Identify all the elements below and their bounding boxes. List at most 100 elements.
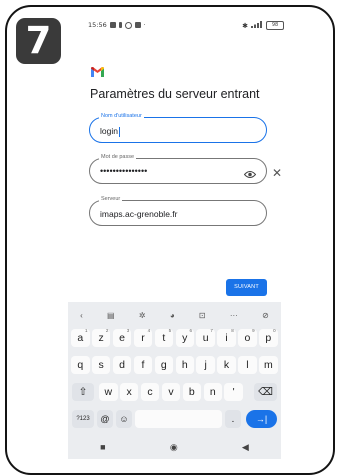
key-v[interactable]: v [161, 383, 181, 401]
server-value: imaps.ac-grenoble.fr [100, 209, 178, 219]
back-triangle-icon[interactable]: ◀ [242, 442, 249, 453]
key-label: q [77, 359, 84, 371]
key-e[interactable]: e3 [112, 328, 132, 347]
key-q[interactable]: q [71, 356, 90, 374]
palette-icon[interactable]: ◕ [170, 311, 175, 320]
key-r[interactable]: r4 [133, 328, 153, 347]
key-label: g [160, 359, 167, 371]
key-l[interactable]: l [238, 356, 257, 374]
key-label: v [168, 386, 174, 398]
key-k[interactable]: k [217, 356, 236, 374]
key-m[interactable]: m [259, 356, 278, 374]
key-label: c [147, 386, 153, 398]
key-g[interactable]: g [154, 356, 174, 374]
key-label: z [98, 332, 104, 344]
key-x[interactable]: x [119, 383, 139, 401]
notification-icon [118, 22, 122, 28]
password-field[interactable]: Mot de passe ••••••••••••••• [89, 154, 267, 184]
recents-square-icon[interactable]: ■ [100, 442, 105, 452]
shift-key-icon[interactable]: ⇧ [72, 383, 94, 401]
key-number-hint: 3 [126, 328, 130, 333]
key-b[interactable]: b [182, 383, 202, 401]
key-d[interactable]: d [112, 356, 132, 374]
settings-gear-icon[interactable]: ✲ [139, 311, 146, 320]
key-u[interactable]: u7 [196, 328, 215, 347]
username-field[interactable]: Nom d'utilisateur login [89, 113, 267, 143]
server-label: Serveur [99, 196, 123, 202]
status-time: 15:56 [88, 21, 107, 29]
key-number-hint: 9 [252, 328, 255, 333]
backspace-key-icon[interactable]: ⌫ [254, 383, 277, 401]
status-bar: 15:56 · ✱ 98 [88, 19, 284, 31]
key-number-hint: 6 [189, 328, 192, 333]
key-h[interactable]: h [175, 356, 194, 374]
mic-off-icon[interactable]: ⊘ [262, 311, 269, 320]
password-value: ••••••••••••••• [100, 166, 148, 176]
key-number-hint: 5 [168, 328, 172, 333]
clipboard-icon[interactable]: ▤ [107, 311, 115, 320]
key-a[interactable]: a1 [71, 328, 90, 347]
space-key[interactable] [135, 410, 222, 428]
key-label: n [209, 386, 216, 398]
key-y[interactable]: y6 [175, 328, 194, 347]
key-number-hint: 2 [105, 328, 109, 333]
clear-password-close-icon[interactable]: ✕ [272, 166, 282, 180]
key-w[interactable]: w [99, 383, 118, 401]
symbols-key[interactable]: ?123 [72, 410, 94, 428]
step-badge: 7 [16, 18, 61, 64]
key-label: b [188, 386, 195, 398]
key-label: ' [232, 386, 235, 398]
next-button[interactable]: SUIVANT [226, 279, 267, 296]
key-o[interactable]: o9 [238, 328, 257, 347]
show-password-eye-icon[interactable] [243, 166, 257, 184]
key-label: j [204, 359, 207, 371]
key-s[interactable]: s [91, 356, 111, 374]
keyboard-row-2: qsdfghjklm [68, 356, 281, 378]
key-label: m [263, 359, 273, 371]
key-i[interactable]: i8 [217, 328, 236, 347]
key-number-hint: 8 [231, 328, 234, 333]
at-key[interactable]: @ [97, 410, 113, 428]
key-label: y [182, 332, 188, 344]
key-t[interactable]: t5 [154, 328, 174, 347]
password-label: Mot de passe [99, 154, 137, 160]
key-label: a [77, 332, 84, 344]
key-number-hint: 1 [84, 328, 88, 333]
toolbar-back-chevron-icon[interactable]: ‹ [80, 311, 83, 320]
enter-arrow-icon[interactable]: →| [246, 410, 277, 428]
server-field[interactable]: Serveur imaps.ac-grenoble.fr [89, 196, 267, 226]
key-number-hint: 4 [147, 328, 151, 333]
keyboard-row-3: ⇧ w x c v b n ' ⌫ [68, 383, 281, 405]
home-circle-icon[interactable]: ◉ [170, 442, 178, 453]
navigation-bar: ■ ◉ ◀ [68, 436, 281, 458]
key-label: w [104, 386, 113, 398]
more-options-icon[interactable]: ··· [230, 311, 238, 320]
on-screen-keyboard: ‹ ▤ ✲ ◕ ⊡ ··· ⊘ a1z2e3r4t5y6u7i8o9p0 qsd… [68, 302, 281, 459]
signal-icon [251, 21, 263, 30]
key-label: r [141, 332, 145, 344]
gallery-icon [134, 22, 141, 28]
emoji-key-icon[interactable]: ☺ [116, 410, 132, 428]
battery-icon: 98 [266, 21, 284, 30]
keyboard-row-4: ?123 @ ☺ . →| [68, 410, 281, 432]
data-saver-icon [124, 21, 132, 29]
key-label: u [202, 332, 209, 344]
key-label: t [162, 332, 166, 344]
bluetooth-icon: ✱ [242, 21, 248, 30]
key-label: x [126, 386, 132, 398]
key-apostrophe[interactable]: ' [224, 383, 243, 401]
keyboard-toolbar: ‹ ▤ ✲ ◕ ⊡ ··· ⊘ [68, 305, 281, 325]
key-p[interactable]: p0 [259, 328, 278, 347]
period-key[interactable]: . [225, 410, 241, 428]
key-c[interactable]: c [140, 383, 160, 401]
key-z[interactable]: z2 [91, 328, 111, 347]
key-j[interactable]: j [196, 356, 215, 374]
keyboard-mode-icon[interactable]: ⊡ [199, 311, 206, 320]
text-cursor [118, 126, 120, 137]
gmail-logo-icon [91, 64, 104, 77]
key-label: o [244, 332, 251, 344]
username-label: Nom d'utilisateur [99, 113, 144, 119]
key-f[interactable]: f [133, 356, 153, 374]
key-n[interactable]: n [203, 383, 222, 401]
username-value: login [100, 126, 118, 136]
